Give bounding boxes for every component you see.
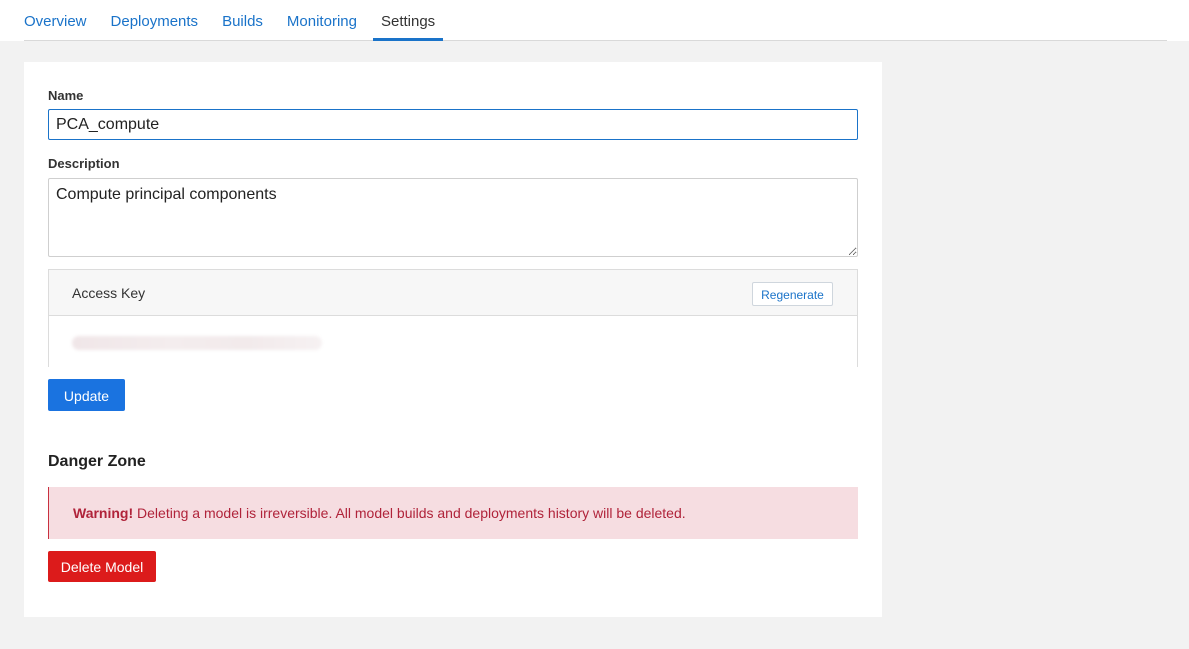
name-label: Name <box>48 88 84 103</box>
access-key-panel: Access Key Regenerate <box>48 269 858 368</box>
tab-builds[interactable]: Builds <box>222 0 263 40</box>
description-textarea[interactable]: Compute principal components <box>48 178 858 257</box>
warning-text: Deleting a model is irreversible. All mo… <box>133 505 686 521</box>
delete-model-button[interactable]: Delete Model <box>48 551 156 582</box>
tab-monitoring[interactable]: Monitoring <box>287 0 357 40</box>
access-key-header: Access Key Regenerate <box>49 270 857 316</box>
top-bar: Overview Deployments Builds Monitoring S… <box>0 0 1189 41</box>
access-key-body <box>49 316 857 368</box>
danger-zone-title: Danger Zone <box>48 453 146 470</box>
tab-settings[interactable]: Settings <box>372 0 444 41</box>
description-label: Description <box>48 156 120 171</box>
access-key-value-redacted <box>72 336 322 350</box>
update-button[interactable]: Update <box>48 379 125 411</box>
tab-deployments[interactable]: Deployments <box>111 0 199 40</box>
settings-card: Name Description Compute principal compo… <box>24 62 882 617</box>
name-input[interactable] <box>48 109 858 140</box>
access-key-title: Access Key <box>72 285 146 301</box>
tab-bar: Overview Deployments Builds Monitoring S… <box>24 0 1167 41</box>
warning-strong: Warning! <box>73 505 134 521</box>
warning-alert: Warning! Deleting a model is irreversibl… <box>48 487 858 539</box>
tab-overview[interactable]: Overview <box>24 0 87 40</box>
regenerate-button[interactable]: Regenerate <box>752 282 833 306</box>
